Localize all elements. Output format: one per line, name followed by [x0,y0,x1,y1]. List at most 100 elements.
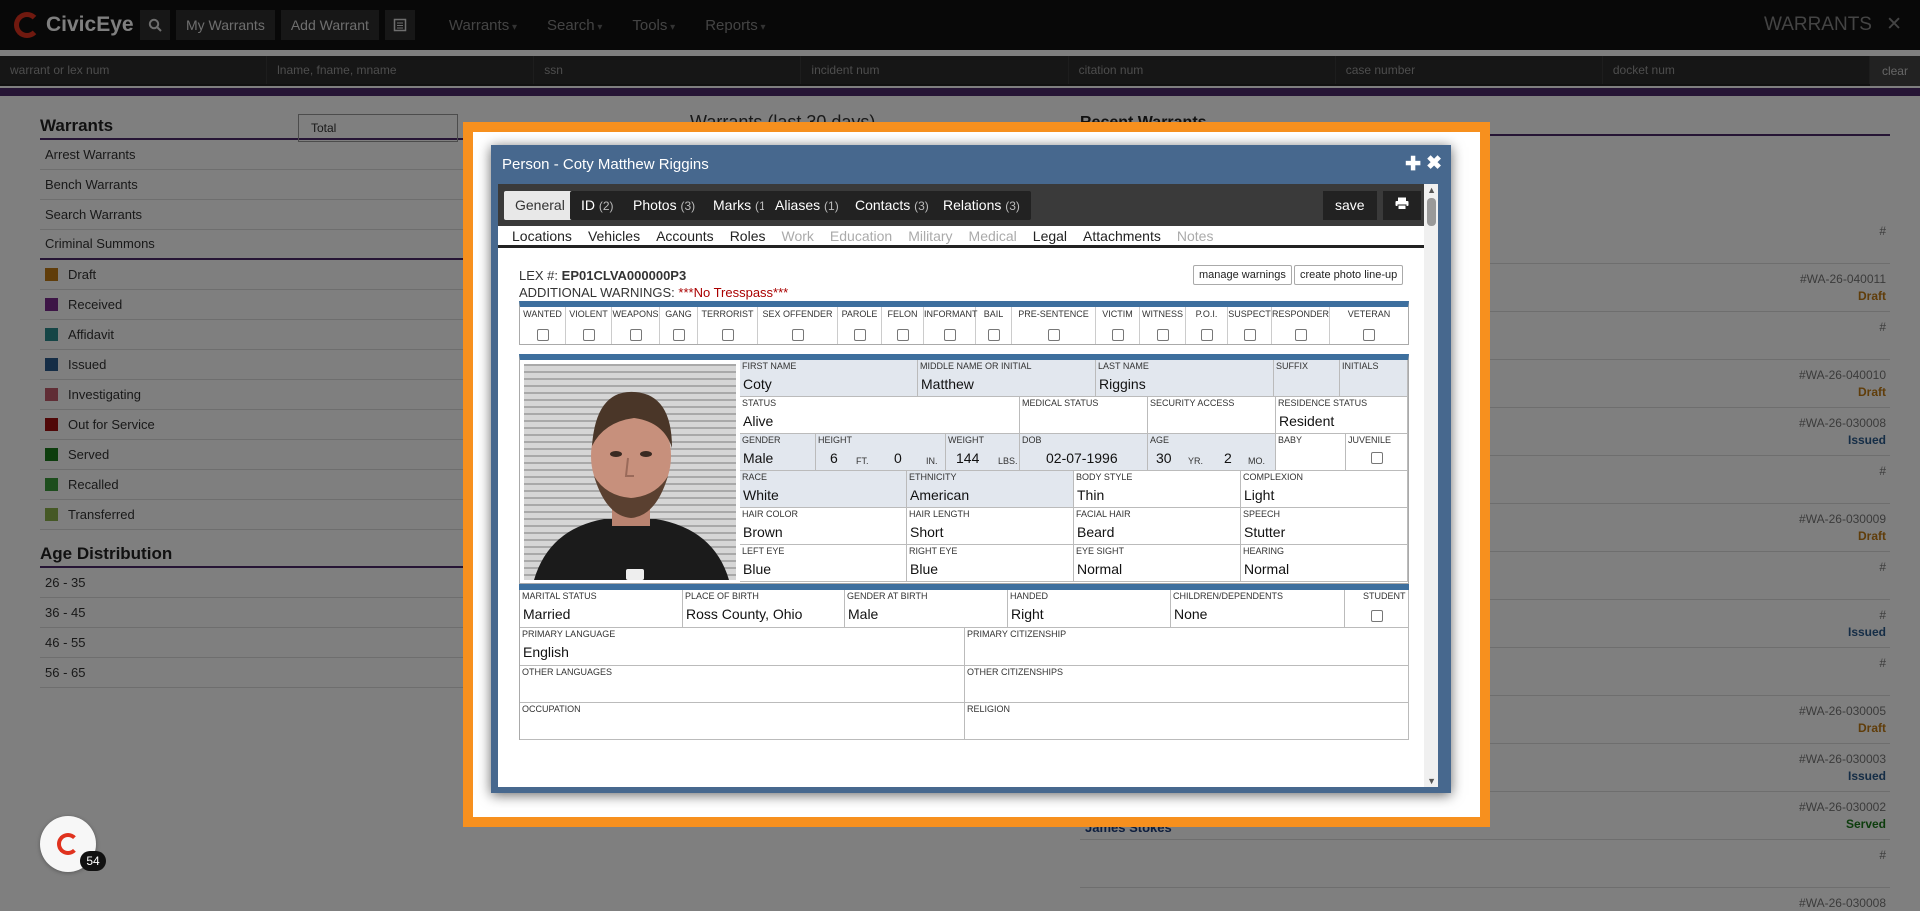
field-value: Alive [743,413,774,429]
field-label: GENDER [742,435,781,445]
complexion-field[interactable]: COMPLEXION Light [1241,471,1408,508]
create-photo-lineup-button[interactable]: create photo line-up [1294,265,1404,285]
subtab-roles[interactable]: Roles [730,228,766,244]
facial-hair-field[interactable]: FACIAL HAIR Beard [1074,508,1241,545]
hair-color-field[interactable]: HAIR COLOR Brown [740,508,907,545]
occupation-field[interactable]: OCCUPATION [520,703,965,740]
dob-field[interactable]: DOB 02-07-1996 [1020,434,1148,471]
save-button[interactable]: save [1323,191,1377,220]
subtab-legal[interactable]: Legal [1033,228,1067,244]
field-value: 02-07-1996 [1046,450,1118,466]
subtab-locations[interactable]: Locations [512,228,572,244]
flag-checkbox[interactable] [791,329,804,341]
subtab-work: Work [781,227,814,244]
scroll-up-icon[interactable]: ▲ [1427,185,1436,195]
first-name-field[interactable]: FIRST NAME Coty [740,360,918,397]
field-value: Matthew [921,376,974,392]
ethnicity-field[interactable]: ETHNICITY American [907,471,1074,508]
body-style-field[interactable]: BODY STYLE Thin [1074,471,1241,508]
primary-language-field[interactable]: PRIMARY LANGUAGE English [520,628,965,666]
place-of-birth-field[interactable]: PLACE OF BIRTH Ross County, Ohio [683,590,845,628]
right-eye-field[interactable]: RIGHT EYE Blue [907,545,1074,582]
expand-icon[interactable]: ✚ [1405,153,1421,176]
flag-label: PRE-SENTENCE [1018,309,1089,319]
flag-wanted: WANTED [520,307,566,344]
field-label: INITIALS [1342,361,1379,371]
eye-sight-field[interactable]: EYE SIGHT Normal [1074,545,1241,582]
tab-aliases[interactable]: Aliases (1) [764,191,850,220]
flag-checkbox[interactable] [943,329,956,341]
mugshot-image [524,364,736,580]
primary-citizenship-field[interactable]: PRIMARY CITIZENSHIP [965,628,1409,666]
flag-checkbox[interactable] [1047,329,1060,341]
juvenile-checkbox[interactable] [1371,452,1383,464]
flag-checkbox[interactable] [1156,329,1169,341]
flag-checkbox[interactable] [987,329,1000,341]
suffix-field[interactable]: SUFFIX [1274,360,1340,397]
manage-warnings-button[interactable]: manage warnings [1193,265,1292,285]
scroll-thumb[interactable] [1427,198,1436,226]
subtab-accounts[interactable]: Accounts [656,228,714,244]
gender-at-birth-field[interactable]: GENDER AT BIRTH Male [845,590,1008,628]
flag-checkbox[interactable] [629,329,642,341]
weight-field[interactable]: WEIGHT 144 LBS. [946,434,1020,471]
physical-table: FIRST NAME Coty MIDDLE NAME OR INITIAL Matt… [519,354,1409,584]
children-field[interactable]: CHILDREN/DEPENDENTS None [1171,590,1345,628]
close-icon[interactable]: ✖ [1426,152,1442,175]
flag-checkbox[interactable] [536,329,549,341]
tab-relations[interactable]: Relations (3) [932,191,1031,220]
flag-checkbox[interactable] [1111,329,1124,341]
height-field[interactable]: HEIGHT 6 FT. 0 IN. [816,434,946,471]
mugshot-photo[interactable] [524,364,736,580]
hair-length-field[interactable]: HAIR LENGTH Short [907,508,1074,545]
flag-checkbox[interactable] [1294,329,1307,341]
tab-contacts[interactable]: Contacts (3) [844,191,940,220]
lex-value: EP01CLVA000000P3 [561,268,687,283]
other-languages-field[interactable]: OTHER LANGUAGES [520,666,965,703]
modal-scrollbar[interactable]: ▲ ▼ [1424,184,1438,787]
flag-checkbox[interactable] [672,329,685,341]
student-field[interactable]: STUDENT [1345,590,1409,628]
flag-checkbox[interactable] [721,329,734,341]
flag-checkbox[interactable] [1363,329,1375,341]
tab-photos[interactable]: Photos (3) [622,191,707,220]
subtab-attachments[interactable]: Attachments [1083,228,1161,244]
flag-checkbox[interactable] [1200,329,1213,341]
security-access-field[interactable]: SECURITY ACCESS [1148,397,1276,434]
tab-general[interactable]: General [504,191,576,220]
speech-field[interactable]: SPEECH Stutter [1241,508,1408,545]
other-citizenships-field[interactable]: OTHER CITIZENSHIPS [965,666,1409,703]
initials-field[interactable]: INITIALS [1340,360,1408,397]
hearing-field[interactable]: HEARING Normal [1241,545,1408,582]
flag-checkbox[interactable] [1243,329,1256,341]
field-value: 30 [1156,450,1172,466]
student-checkbox[interactable] [1371,610,1383,622]
tab-id[interactable]: ID (2) [570,191,625,220]
civiceye-logo-icon [57,833,79,855]
field-label: WEIGHT [948,435,984,445]
subtab-vehicles[interactable]: Vehicles [588,228,640,244]
flag-checkbox[interactable] [582,329,595,341]
gender-field[interactable]: GENDER Male [740,434,816,471]
field-label: DOB [1022,435,1042,445]
field-value: American [910,487,970,503]
scroll-down-icon[interactable]: ▼ [1427,776,1436,786]
status-field[interactable]: STATUS Alive [740,397,1020,434]
juvenile-field[interactable]: JUVENILE [1346,434,1408,471]
last-name-field[interactable]: LAST NAME Riggins [1096,360,1274,397]
flag-checkbox[interactable] [896,329,909,341]
medical-status-field[interactable]: MEDICAL STATUS [1020,397,1148,434]
flag-terrorist: TERRORIST [698,307,758,344]
print-button[interactable] [1383,191,1421,220]
baby-field[interactable]: BABY [1276,434,1346,471]
marital-status-field[interactable]: MARITAL STATUS Married [520,590,683,628]
flag-checkbox[interactable] [853,329,866,341]
left-eye-field[interactable]: LEFT EYE Blue [740,545,907,582]
religion-field[interactable]: RELIGION [965,703,1409,740]
residence-status-field[interactable]: RESIDENCE STATUS Resident [1276,397,1408,434]
age-field[interactable]: AGE 30 YR. 2 MO. [1148,434,1276,471]
race-field[interactable]: RACE White [740,471,907,508]
middle-name-field[interactable]: MIDDLE NAME OR INITIAL Matthew [918,360,1096,397]
tab-count: (2) [598,199,614,213]
handed-field[interactable]: HANDED Right [1008,590,1171,628]
